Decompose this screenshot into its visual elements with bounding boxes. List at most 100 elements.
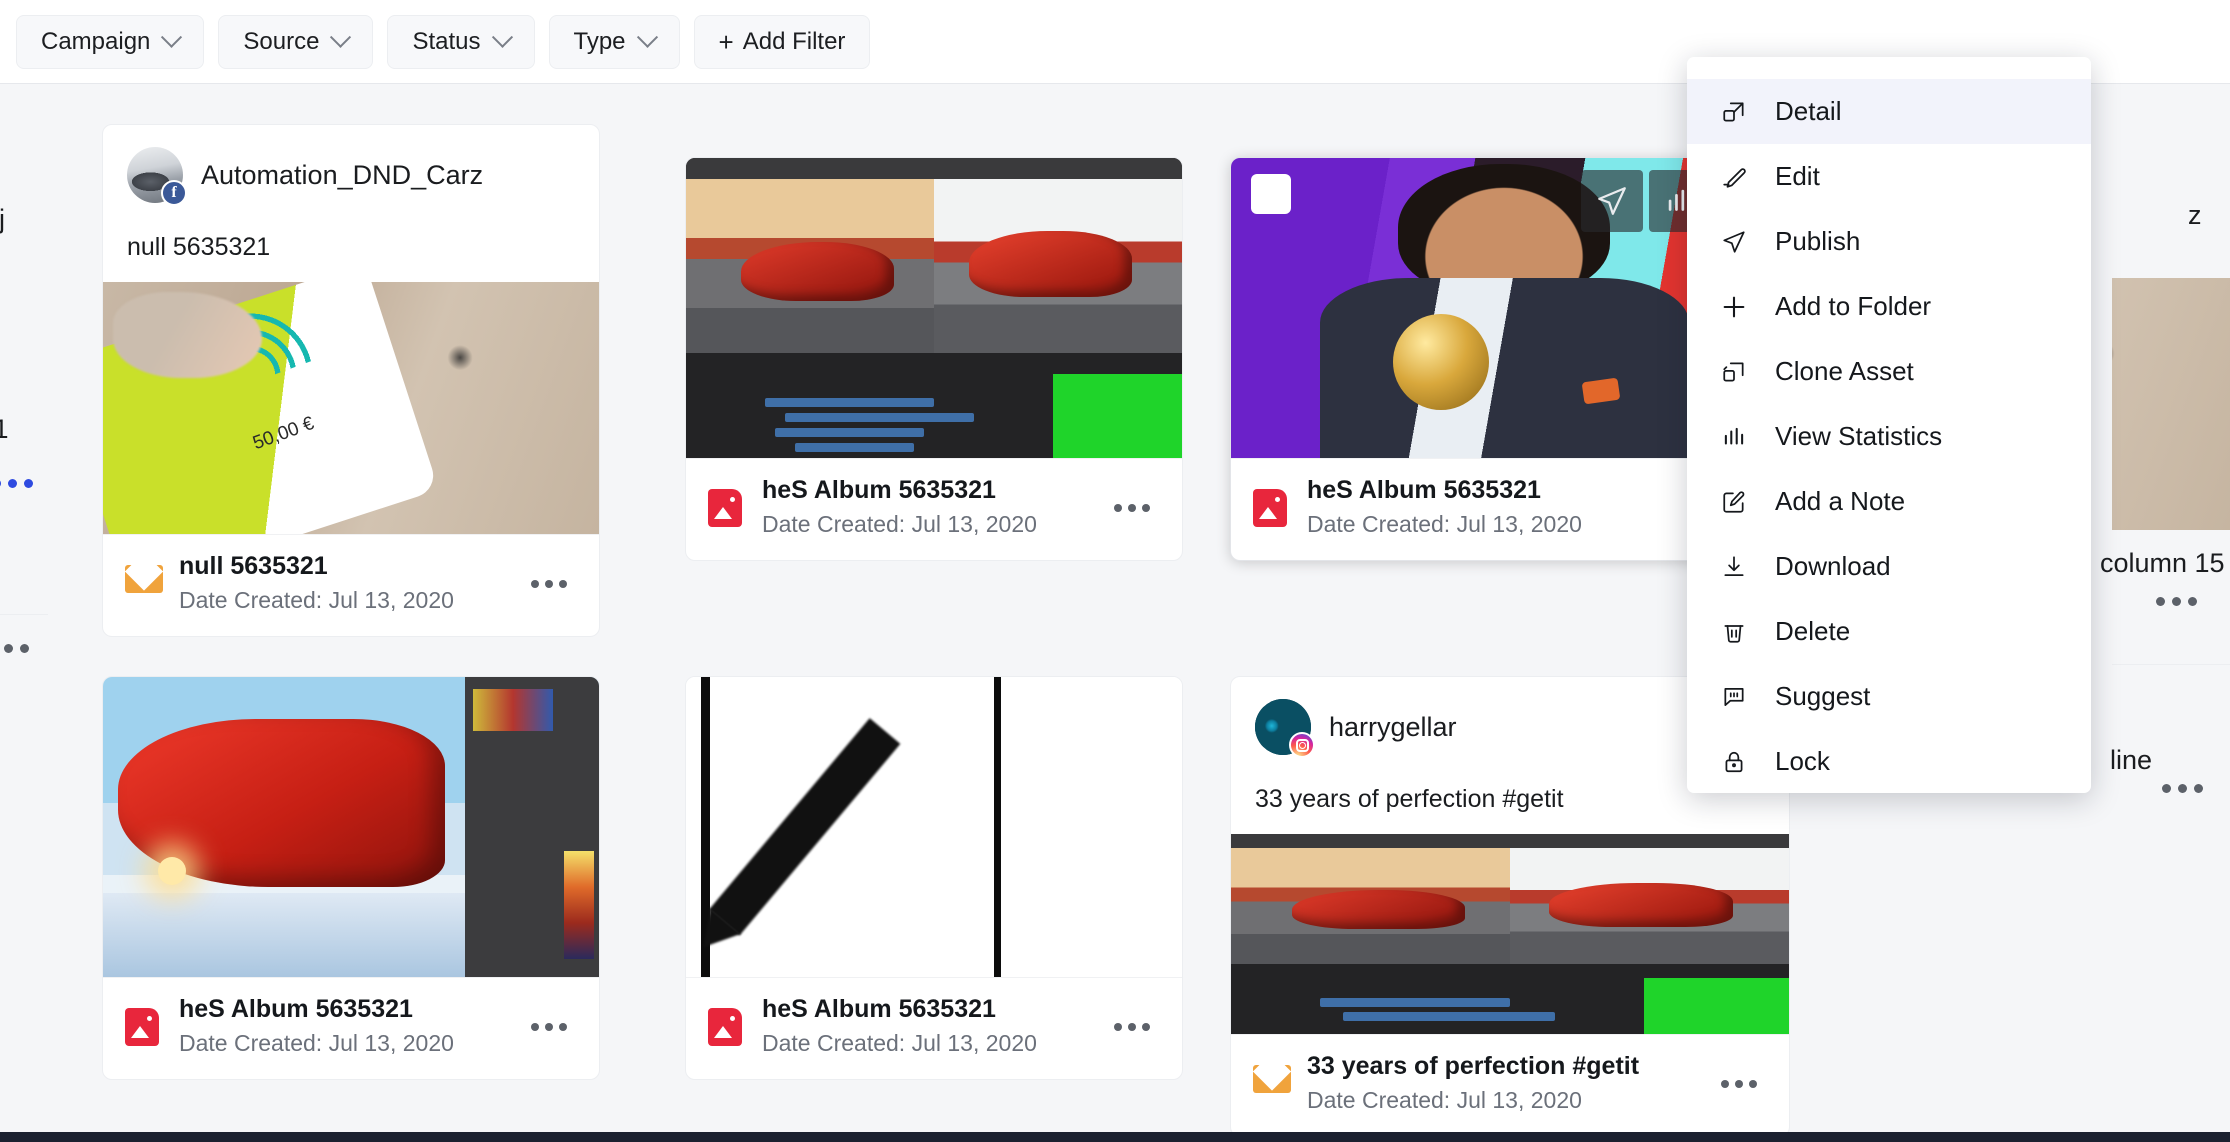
context-menu-item-label: Add to Folder: [1775, 291, 1932, 321]
thumbnail-image[interactable]: [103, 677, 599, 977]
context-menu-item-detail[interactable]: Detail: [1687, 79, 2091, 144]
edge-fragment-right-text: z: [2188, 200, 2202, 230]
context-menu-item-label: Add a Note: [1775, 486, 1906, 516]
filter-chip-campaign[interactable]: Campaign: [16, 14, 205, 69]
thumbnail-image: [2112, 278, 2230, 530]
edge-fragment-right-thumb: [2112, 278, 2230, 530]
add-filter-button[interactable]: + Add Filter: [693, 14, 871, 69]
edge-fragment-right-line-text: line: [2110, 745, 2153, 775]
context-menu-item-label: Detail: [1775, 96, 1842, 126]
chevron-down-icon: [161, 26, 183, 48]
edge-fragment-right-column-text: column 15: [2100, 548, 2225, 578]
context-menu-item-add-to-folder[interactable]: Add to Folder: [1687, 274, 2091, 339]
download-icon: [1719, 552, 1749, 582]
card-overflow-menu-button[interactable]: [1104, 999, 1160, 1055]
context-menu-item-download[interactable]: Download: [1687, 534, 2091, 599]
asset-card[interactable]: heS Album 5635321 Date Created: Jul 13, …: [685, 676, 1183, 1081]
edge-fragment-left-dots-active[interactable]: [0, 479, 33, 488]
thumbnail-image[interactable]: [686, 677, 1182, 977]
asset-context-menu: Detail Edit Publish Add to Folder Clone: [1687, 57, 2091, 793]
dot: [2178, 784, 2187, 793]
image-file-icon: [708, 1007, 746, 1046]
trash-icon: [1719, 617, 1749, 647]
asset-title: heS Album 5635321: [762, 995, 996, 1023]
context-menu-item-label: Delete: [1775, 616, 1851, 646]
thumbnail-image[interactable]: [686, 158, 1182, 458]
context-menu-item-label: Suggest: [1775, 681, 1871, 711]
context-menu-item-label: Clone Asset: [1775, 356, 1914, 386]
filter-chip-status[interactable]: Status: [387, 14, 535, 69]
price-overlay-text: 50,00 €: [249, 412, 317, 455]
context-menu-item-label: Publish: [1775, 226, 1861, 256]
dot: [2162, 784, 2171, 793]
contactless-graphic: [222, 294, 312, 385]
image-file-icon: [125, 1007, 163, 1046]
card-overflow-menu-button[interactable]: [521, 556, 577, 612]
card-author: harrygellar: [1329, 711, 1457, 742]
card-footer: heS Album 5635321 Date Created: Jul 13, …: [103, 977, 599, 1079]
asset-card[interactable]: f Automation_DND_Carz null 5635321 50,00…: [102, 124, 600, 638]
avatar: [1255, 699, 1315, 758]
context-menu-item-delete[interactable]: Delete: [1687, 599, 2091, 664]
edge-fragment-right-divider: [2112, 664, 2230, 665]
card-overflow-menu-button[interactable]: [1711, 1056, 1767, 1112]
context-menu-item-clone-asset[interactable]: Clone Asset: [1687, 339, 2091, 404]
context-menu-item-suggest[interactable]: Suggest: [1687, 664, 2091, 729]
card-overflow-menu-button[interactable]: [521, 999, 577, 1055]
asset-title: heS Album 5635321: [1307, 476, 1541, 504]
filter-chip-label: Campaign: [41, 27, 151, 55]
dot: [8, 479, 17, 488]
dot: [2156, 597, 2165, 606]
edge-fragment-right-dots-2[interactable]: [2162, 784, 2203, 793]
asset-date: Date Created: Jul 13, 2020: [1307, 511, 1582, 538]
dot: [24, 479, 33, 488]
card-footer: heS Album 5635321 Date Created: Jul 13, …: [686, 977, 1182, 1079]
asset-title: 33 years of perfection #getit: [1307, 1052, 1640, 1080]
publish-icon[interactable]: [1581, 170, 1643, 232]
plus-icon: [1719, 292, 1749, 322]
thumbnail-image[interactable]: 50,00 €: [103, 282, 599, 534]
statistics-icon: [1719, 422, 1749, 452]
mail-icon: [1253, 1064, 1291, 1103]
facebook-icon: f: [161, 180, 187, 206]
asset-date: Date Created: Jul 13, 2020: [179, 1030, 454, 1057]
context-menu-item-add-a-note[interactable]: Add a Note: [1687, 469, 2091, 534]
asset-date: Date Created: Jul 13, 2020: [762, 511, 1037, 538]
mail-icon: [125, 564, 163, 603]
asset-card[interactable]: heS Album 5635321 Date Created: Jul 13, …: [685, 157, 1183, 562]
detail-icon: [1719, 97, 1749, 127]
note-icon: [1719, 487, 1749, 517]
context-menu-item-view-statistics[interactable]: View Statistics: [1687, 404, 2091, 469]
edge-fragment-left-divider: [0, 614, 48, 615]
asset-title: heS Album 5635321: [179, 995, 413, 1023]
context-menu-item-label: View Statistics: [1775, 421, 1943, 451]
lock-icon: [1719, 747, 1749, 777]
thumbnail-image[interactable]: [1231, 834, 1789, 1034]
context-menu-item-label: Download: [1775, 551, 1891, 581]
filter-chip-label: Source: [243, 27, 320, 55]
asset-card[interactable]: heS Album 5635321 Date Created: Jul 13, …: [102, 676, 600, 1081]
dot: [4, 644, 13, 653]
context-menu-item-publish[interactable]: Publish: [1687, 209, 2091, 274]
dot: [2188, 597, 2197, 606]
add-filter-label: Add Filter: [742, 27, 846, 55]
dot: [0, 479, 1, 488]
filter-chip-label: Status: [412, 27, 481, 55]
filter-chip-type[interactable]: Type: [548, 14, 680, 69]
filter-chip-source[interactable]: Source: [218, 14, 374, 69]
pencil-icon: [1719, 162, 1749, 192]
asset-title: null 5635321: [179, 552, 328, 580]
chevron-down-icon: [491, 26, 513, 48]
edge-fragment-left-text: 1j: [0, 204, 6, 234]
card-overflow-menu-button[interactable]: [1104, 480, 1160, 536]
filter-chip-label: Type: [573, 27, 626, 55]
plus-icon: +: [718, 26, 734, 57]
card-footer: 33 years of perfection #getit Date Creat…: [1231, 1034, 1789, 1136]
dot: [2194, 784, 2203, 793]
card-select-checkbox[interactable]: [1251, 174, 1291, 214]
edge-fragment-right-dots[interactable]: [2156, 597, 2197, 606]
edge-fragment-left-dots[interactable]: [0, 644, 29, 653]
context-menu-item-lock[interactable]: Lock: [1687, 729, 2091, 793]
context-menu-item-edit[interactable]: Edit: [1687, 144, 2091, 209]
context-menu-item-label: Lock: [1775, 746, 1830, 776]
